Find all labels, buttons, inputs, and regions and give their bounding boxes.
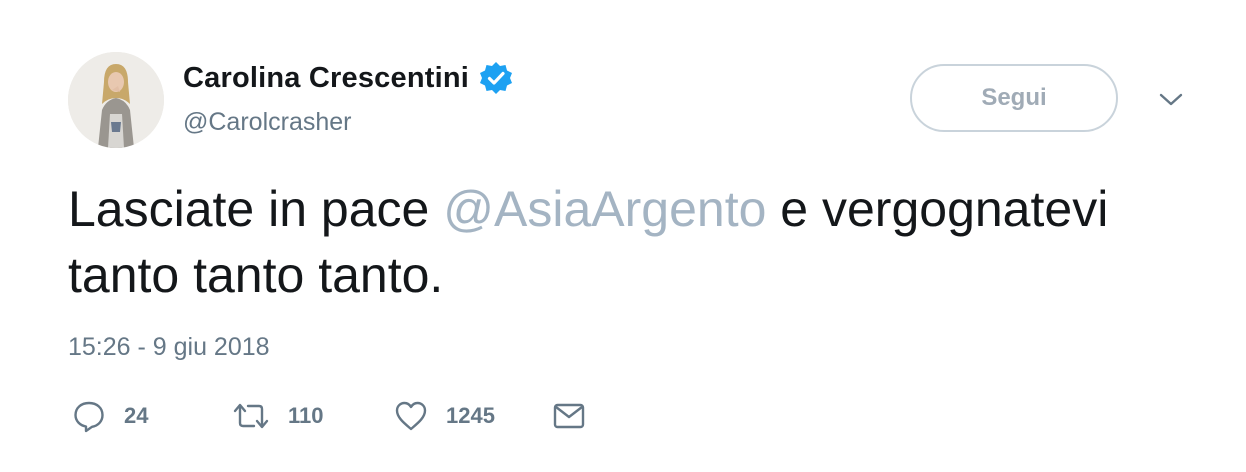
user-handle[interactable]: @Carolcrasher: [183, 108, 351, 137]
follow-button[interactable]: Segui: [910, 64, 1118, 132]
retweet-button[interactable]: 110: [232, 398, 324, 434]
reply-icon: [74, 401, 104, 433]
chevron-down-icon[interactable]: [1156, 88, 1186, 112]
tweet-timestamp[interactable]: 15:26 - 9 giu 2018: [68, 333, 270, 362]
heart-icon: [395, 401, 427, 431]
verified-badge-icon: [479, 61, 513, 95]
envelope-icon: [553, 403, 585, 429]
profile-photo: [68, 52, 164, 148]
tweet-text: Lasciate in pace @AsiaArgento e vergogna…: [68, 176, 1168, 308]
avatar[interactable]: [68, 52, 164, 148]
tweet-text-before: Lasciate in pace: [68, 181, 444, 237]
retweet-count: 110: [288, 403, 324, 428]
mention-link[interactable]: @AsiaArgento: [443, 181, 766, 237]
reply-button[interactable]: 24: [72, 398, 148, 434]
message-button[interactable]: [552, 398, 586, 434]
retweet-icon: [233, 403, 269, 429]
name-row: Carolina Crescentini: [183, 58, 513, 98]
display-name[interactable]: Carolina Crescentini: [183, 62, 469, 95]
like-button[interactable]: 1245: [394, 398, 495, 434]
reply-count: 24: [124, 403, 149, 428]
like-count: 1245: [446, 403, 495, 428]
